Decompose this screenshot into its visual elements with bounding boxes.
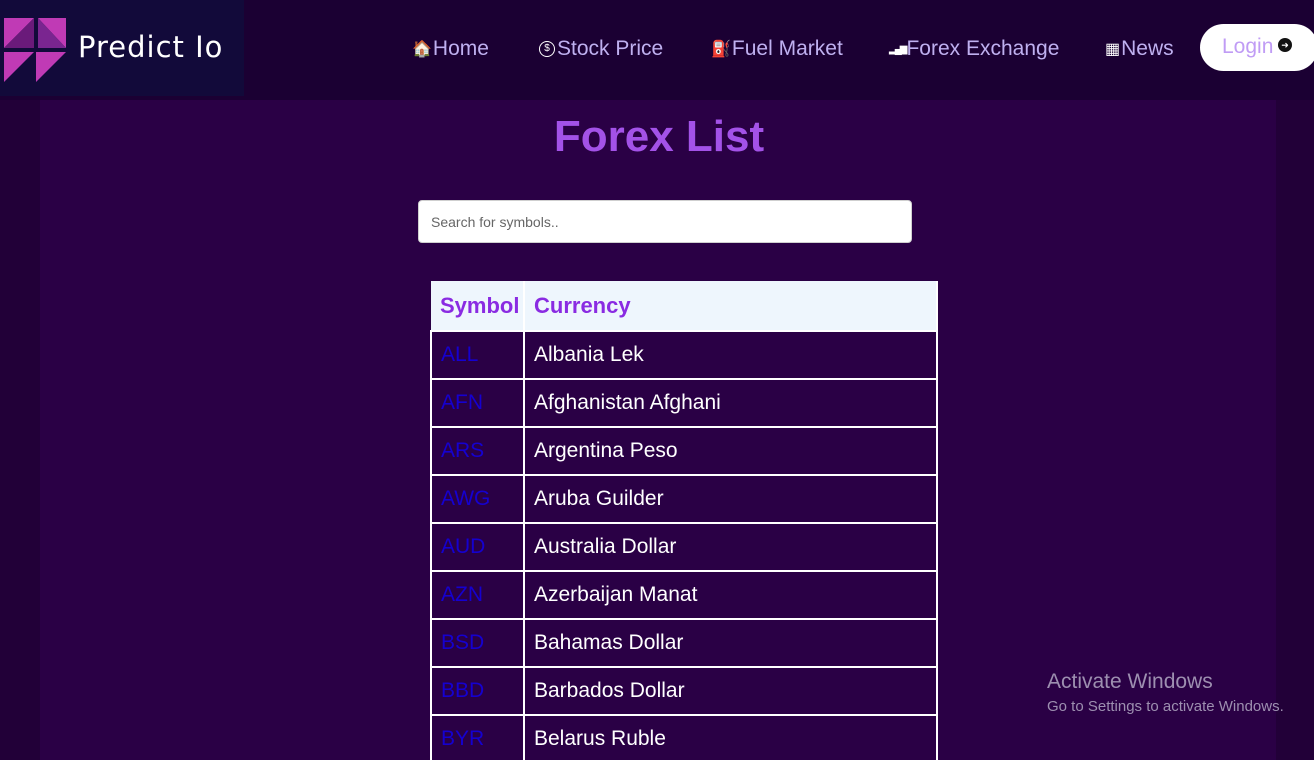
left-gutter (0, 100, 40, 760)
nav-stock-price[interactable]: $ Stock Price (539, 37, 663, 61)
brand-logo-icon (4, 18, 66, 82)
home-icon: 🏠 (412, 41, 432, 58)
activate-windows-watermark: Activate Windows Go to Settings to activ… (1047, 670, 1284, 715)
table-row: BSD Bahamas Dollar (430, 618, 938, 668)
dollar-circle-icon: $ (539, 41, 555, 57)
table-header-row: Symbol Currency (431, 281, 938, 331)
forex-table: Symbol Currency ALL Albania Lek AFN Afgh… (430, 281, 938, 760)
symbol-link[interactable]: ALL (430, 330, 525, 380)
currency-cell: Albania Lek (523, 330, 938, 380)
nav-home[interactable]: 🏠 Home (412, 37, 489, 61)
column-header-symbol[interactable]: Symbol (431, 281, 525, 331)
brand-name: Predict Io (78, 30, 224, 64)
page-title: Forex List (553, 112, 765, 161)
currency-cell: Belarus Ruble (523, 714, 938, 760)
table-row: ARS Argentina Peso (430, 426, 938, 476)
column-header-currency[interactable]: Currency (524, 281, 938, 331)
nav-forex-exchange-label: Forex Exchange (906, 37, 1060, 60)
symbol-link[interactable]: AWG (430, 474, 525, 524)
watermark-title: Activate Windows (1047, 670, 1213, 693)
table-row: ALL Albania Lek (430, 330, 938, 380)
arrow-circle-right-icon: ➜ (1278, 38, 1292, 52)
top-navbar: Predict Io 🏠 Home $ Stock Price ⛽ Fuel M… (0, 0, 1314, 100)
symbol-link[interactable]: AZN (430, 570, 525, 620)
symbol-link[interactable]: BSD (430, 618, 525, 668)
currency-cell: Aruba Guilder (523, 474, 938, 524)
symbol-link[interactable]: AUD (430, 522, 525, 572)
symbol-link[interactable]: BBD (430, 666, 525, 716)
symbol-link[interactable]: ARS (430, 426, 525, 476)
search-input[interactable] (418, 200, 912, 243)
symbol-link[interactable]: BYR (430, 714, 525, 760)
table-row: BYR Belarus Ruble (430, 714, 938, 760)
nav-stock-price-label: Stock Price (557, 37, 664, 60)
currency-cell: Afghanistan Afghani (523, 378, 938, 428)
nav-news-label: News (1121, 37, 1174, 60)
currency-cell: Argentina Peso (523, 426, 938, 476)
table-row: AZN Azerbaijan Manat (430, 570, 938, 620)
currency-cell: Azerbaijan Manat (523, 570, 938, 620)
bar-chart-icon: ▂▄▆ (889, 43, 908, 55)
table-row: AUD Australia Dollar (430, 522, 938, 572)
nav-news[interactable]: ▦ News (1105, 37, 1174, 61)
currency-cell: Barbados Dollar (523, 666, 938, 716)
currency-cell: Australia Dollar (523, 522, 938, 572)
table-row: AFN Afghanistan Afghani (430, 378, 938, 428)
login-button[interactable]: Login ➜ (1200, 24, 1314, 71)
table-row: AWG Aruba Guilder (430, 474, 938, 524)
right-gutter (1276, 100, 1314, 760)
table-row: BBD Barbados Dollar (430, 666, 938, 716)
nav-forex-exchange[interactable]: ▂▄▆ Forex Exchange (889, 37, 1059, 61)
nav-fuel-market[interactable]: ⛽ Fuel Market (711, 37, 843, 61)
newspaper-icon: ▦ (1105, 41, 1121, 58)
brand-block[interactable]: Predict Io (0, 0, 244, 96)
fuel-pump-icon: ⛽ (711, 41, 731, 58)
page: Predict Io 🏠 Home $ Stock Price ⛽ Fuel M… (0, 0, 1314, 760)
nav-fuel-market-label: Fuel Market (731, 37, 843, 60)
watermark-subtitle: Go to Settings to activate Windows. (1047, 698, 1284, 715)
currency-cell: Bahamas Dollar (523, 618, 938, 668)
login-label: Login (1222, 35, 1274, 58)
nav-home-label: Home (432, 37, 489, 60)
symbol-link[interactable]: AFN (430, 378, 525, 428)
